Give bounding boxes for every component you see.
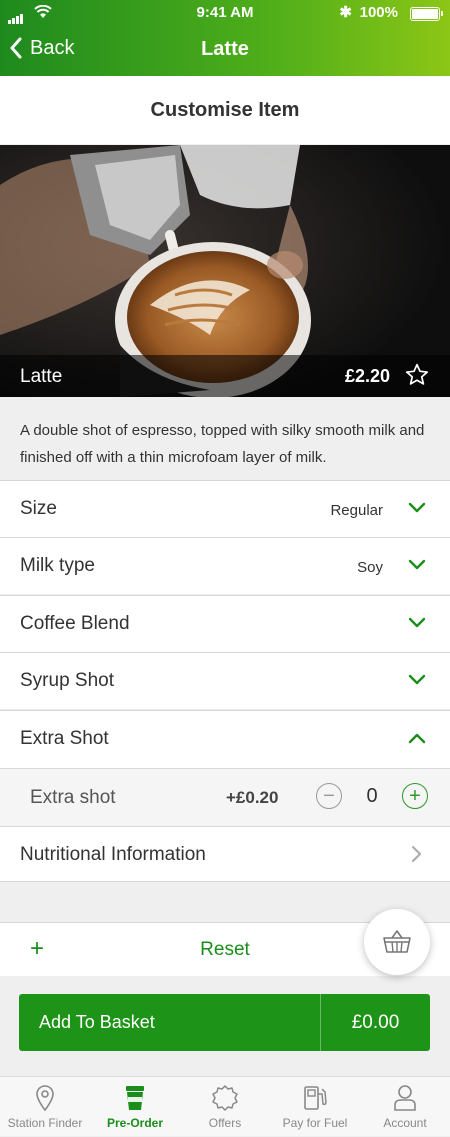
star-icon[interactable] <box>404 362 430 388</box>
option-label: Milk type <box>20 555 95 576</box>
app-header: 9:41 AM ✱ 100% Back Latte <box>0 0 450 76</box>
bottom-tab-bar: Station Finder Pre-Order Offers Pay for … <box>0 1076 450 1136</box>
tab-account[interactable]: Account <box>360 1077 450 1137</box>
battery-percent: 100% <box>359 4 398 21</box>
option-value: Regular <box>330 502 383 519</box>
product-name: Latte <box>20 366 63 387</box>
chevron-down-icon <box>408 674 426 685</box>
tab-label: Account <box>383 1116 427 1130</box>
chevron-down-icon <box>408 559 426 570</box>
section-title-text: Customise Item <box>150 98 300 121</box>
tab-station-finder[interactable]: Station Finder <box>0 1077 90 1137</box>
nutritional-info-label: Nutritional Information <box>20 844 206 865</box>
extra-shot-price: +£0.20 <box>226 788 279 807</box>
chevron-right-icon <box>412 846 421 862</box>
bluetooth-icon: ✱ <box>339 4 352 21</box>
tab-label: Station Finder <box>7 1116 83 1130</box>
option-label: Extra Shot <box>20 728 109 749</box>
option-label: Syrup Shot <box>20 670 114 691</box>
product-info-bar: Latte £2.20 <box>0 355 450 397</box>
option-value: Soy <box>357 559 383 576</box>
nutritional-info-row[interactable]: Nutritional Information <box>0 826 450 882</box>
tab-offers[interactable]: Offers <box>180 1077 270 1137</box>
chevron-down-icon <box>408 502 426 513</box>
product-price: £2.20 <box>344 366 390 386</box>
status-bar: 9:41 AM ✱ 100% <box>0 0 450 26</box>
user-icon <box>394 1085 416 1111</box>
basket-total: £0.00 <box>351 1012 400 1033</box>
quantity-value: 0 <box>366 785 378 807</box>
decrement-button[interactable]: − <box>316 783 342 809</box>
tab-label: Offers <box>208 1116 242 1130</box>
basket-button[interactable] <box>364 909 430 975</box>
product-description: A double shot of espresso, topped with s… <box>0 397 450 480</box>
option-milk-type[interactable]: Milk type Soy <box>0 537 450 594</box>
increment-button[interactable]: + <box>402 783 428 809</box>
option-size[interactable]: Size Regular <box>0 480 450 537</box>
option-extra-shot[interactable]: Extra Shot <box>0 710 450 768</box>
description-text: A double shot of espresso, topped with s… <box>20 422 425 466</box>
option-label: Coffee Blend <box>20 613 130 634</box>
tab-pre-order[interactable]: Pre-Order <box>90 1077 180 1137</box>
add-to-basket-button[interactable]: Add To Basket £0.00 <box>19 994 430 1051</box>
coffee-cup-icon <box>126 1086 144 1110</box>
battery-icon <box>410 7 443 21</box>
plus-icon: + <box>409 784 421 807</box>
minus-icon: − <box>323 784 335 807</box>
back-label: Back <box>30 36 75 59</box>
chevron-left-icon <box>10 37 22 59</box>
option-label: Size <box>20 498 57 519</box>
chevron-up-icon <box>408 733 426 744</box>
extra-shot-label: Extra shot <box>30 787 116 808</box>
tab-pay-for-fuel[interactable]: Pay for Fuel <box>270 1077 360 1137</box>
tab-label: Pay for Fuel <box>282 1116 348 1130</box>
option-syrup-shot[interactable]: Syrup Shot <box>0 652 450 709</box>
chevron-down-icon <box>408 617 426 628</box>
add-to-basket-label: Add To Basket <box>39 1012 155 1032</box>
offers-badge-icon <box>212 1085 238 1111</box>
basket-icon <box>383 930 411 953</box>
fuel-pump-icon <box>304 1086 327 1110</box>
back-button[interactable]: Back <box>8 36 74 60</box>
option-coffee-blend[interactable]: Coffee Blend <box>0 595 450 652</box>
tab-label: Pre-Order <box>106 1116 164 1130</box>
product-image: Latte £2.20 <box>0 145 450 397</box>
location-pin-icon <box>36 1085 54 1112</box>
extra-shot-item: Extra shot +£0.20 − 0 + <box>0 768 450 826</box>
section-title: Customise Item <box>0 76 450 144</box>
